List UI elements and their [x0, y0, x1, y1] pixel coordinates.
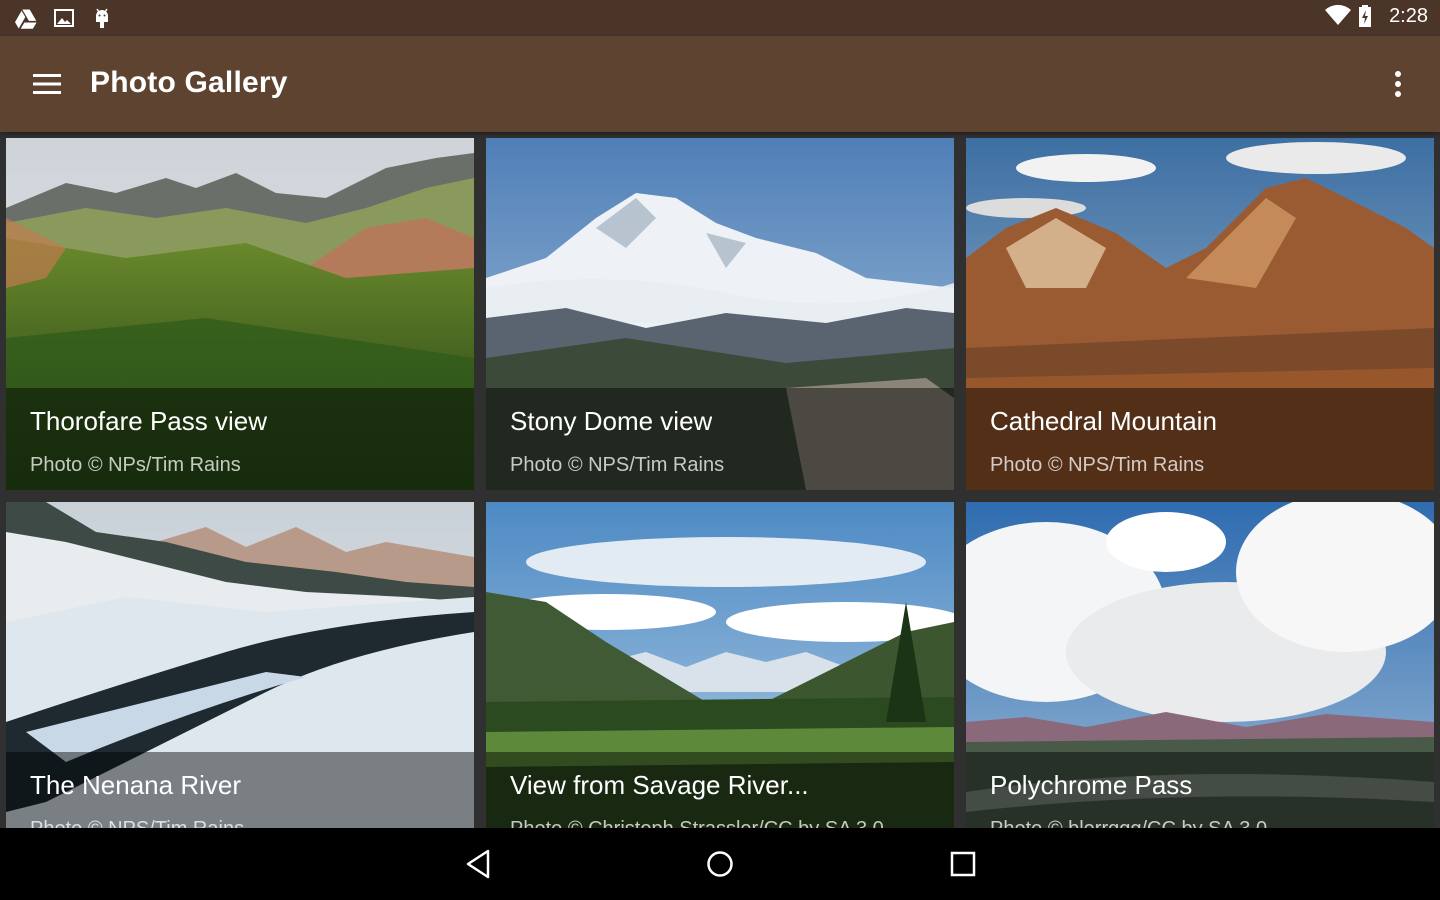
- photo-grid: Thorofare Pass view Photo © NPs/Tim Rain…: [0, 132, 1440, 828]
- photo-caption: View from Savage River... Photo © Christ…: [486, 752, 954, 828]
- hamburger-menu-icon[interactable]: [22, 62, 74, 106]
- status-bar: 2:28: [0, 0, 1440, 36]
- photo-card-nenana-river[interactable]: The Nenana River Photo © NPS/Tim Rains: [6, 502, 474, 828]
- photo-card-stony-dome[interactable]: Stony Dome view Photo © NPS/Tim Rains: [486, 138, 954, 490]
- photo-caption: The Nenana River Photo © NPS/Tim Rains: [6, 752, 474, 828]
- photo-card-thorofare-pass[interactable]: Thorofare Pass view Photo © NPs/Tim Rain…: [6, 138, 474, 490]
- wifi-icon: [1325, 4, 1352, 28]
- photo-title: Stony Dome view: [510, 406, 713, 436]
- photo-credit: Photo © blerrggg/CC by SA 3.0: [990, 818, 1267, 828]
- drive-icon: [14, 6, 38, 30]
- photo-title: Thorofare Pass view: [30, 406, 267, 436]
- more-vert-icon[interactable]: [1378, 62, 1418, 106]
- photo-caption: Cathedral Mountain Photo © NPS/Tim Rains: [966, 388, 1434, 490]
- back-icon[interactable]: [454, 842, 502, 886]
- battery-charging-icon: [1357, 4, 1381, 28]
- photo-card-polychrome-pass[interactable]: Polychrome Pass Photo © blerrggg/CC by S…: [966, 502, 1434, 828]
- photo-caption: Polychrome Pass Photo © blerrggg/CC by S…: [966, 752, 1434, 828]
- photo-title: The Nenana River: [30, 770, 241, 800]
- clock: 2:28: [1389, 4, 1428, 27]
- app-bar: Photo Gallery: [0, 36, 1440, 132]
- photo-title: Polychrome Pass: [990, 770, 1193, 800]
- photo-credit: Photo © NPs/Tim Rains: [30, 454, 241, 476]
- recents-icon[interactable]: [939, 842, 987, 886]
- system-nav-bar: [0, 828, 1440, 900]
- page-title: Photo Gallery: [90, 66, 288, 99]
- photo-credit: Photo © NPS/Tim Rains: [510, 454, 725, 476]
- photo-title: Cathedral Mountain: [990, 406, 1217, 436]
- photo-caption: Thorofare Pass view Photo © NPs/Tim Rain…: [6, 388, 474, 490]
- android-icon: [90, 6, 114, 30]
- image-icon: [52, 6, 76, 30]
- photo-title: View from Savage River...: [510, 770, 809, 800]
- photo-credit: Photo © Christoph Strassler/CC by SA 3.0: [510, 818, 884, 828]
- home-icon[interactable]: [696, 842, 744, 886]
- photo-caption: Stony Dome view Photo © NPS/Tim Rains: [486, 388, 954, 490]
- photo-credit: Photo © NPS/Tim Rains: [30, 818, 244, 828]
- photo-credit: Photo © NPS/Tim Rains: [990, 454, 1205, 476]
- photo-card-cathedral-mountain[interactable]: Cathedral Mountain Photo © NPS/Tim Rains: [966, 138, 1434, 490]
- photo-card-savage-river[interactable]: View from Savage River... Photo © Christ…: [486, 502, 954, 828]
